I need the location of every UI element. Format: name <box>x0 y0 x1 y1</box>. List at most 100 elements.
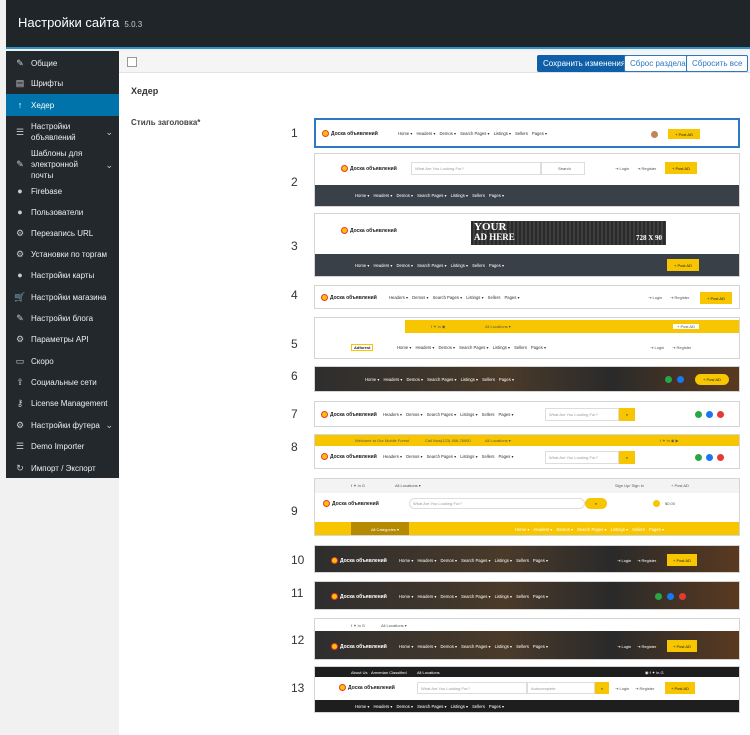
whatsapp-icon <box>695 454 702 461</box>
style-number: 10 <box>291 553 305 567</box>
style-number: 5 <box>291 337 298 351</box>
header-style-9[interactable]: f ✦ in G All Locations ▾ Sign Up/ Sign I… <box>314 478 740 536</box>
whatsapp-icon <box>695 411 702 418</box>
logo: Доска объявлений <box>341 165 397 172</box>
nav-menu: Home ▾ Headers ▾ Demos ▾ Search Pages ▾ List… <box>399 594 549 599</box>
post-ad-button: + Post AD <box>695 374 729 385</box>
facebook-icon <box>706 411 713 418</box>
post-ad-button: + Post AD <box>700 292 732 304</box>
post-ad-button: + Post AD <box>668 129 700 139</box>
header-style-5[interactable]: f ✦ in ◉ All Locations ▾ + Post AD Adfor… <box>314 317 740 359</box>
arrow-up-icon: ↑ <box>17 99 23 110</box>
header-style-11[interactable]: Доска объявлений Home ▾ Headers ▾ Demos ▾ S… <box>314 581 740 610</box>
grid-icon[interactable] <box>127 57 137 67</box>
pencil-icon: ✎ <box>16 159 24 169</box>
header-style-8[interactable]: Welcome to Our Mobile Forest Call Now(12… <box>314 434 740 469</box>
search-button: ⌕ <box>585 498 607 509</box>
search-button: ⌕ <box>595 682 609 694</box>
sidebar-item-blog-settings[interactable]: ✎ Настройки блога <box>6 308 119 329</box>
sidebar-item-fonts[interactable]: ▤ Шрифты <box>6 73 119 94</box>
refresh-icon: ↻ <box>16 462 24 473</box>
style-number: 3 <box>291 239 298 253</box>
sidebar: ✎ Общие ▤ Шрифты ↑ Хедер ☰ Настройки объявле… <box>6 51 119 478</box>
search-button: ⌕ <box>619 408 635 421</box>
sidebar-item-bidding[interactable]: ⚙ Установки по торгам <box>6 243 119 265</box>
categories-dropdown: All Categories ▾ <box>351 522 409 535</box>
sidebar-item-map-settings[interactable]: ● Настройки карты <box>6 265 119 286</box>
style-number: 6 <box>291 369 298 383</box>
cogs-icon: ⚙ <box>15 334 25 344</box>
sidebar-item-firebase[interactable]: ● Firebase <box>6 181 119 201</box>
header-style-6[interactable]: Home ▾ Headers ▾ Demos ▾ Search Pages ▾ List… <box>314 366 740 392</box>
search-input: What Are You Looking For? <box>545 408 619 421</box>
style-number: 11 <box>291 586 304 600</box>
post-ad-button: + Post AD <box>667 640 697 652</box>
sidebar-item-social[interactable]: ⇪ Социальные сети <box>6 372 119 393</box>
sidebar-item-license[interactable]: ⚷ License Management <box>6 393 119 414</box>
register-link: ⇥ Register <box>672 345 692 350</box>
top-bar: f ✦ in G All Locations ▾ Sign Up/ Sign I… <box>315 479 739 493</box>
social-links: f ✦ in G <box>351 623 366 628</box>
field-label: Стиль заголовка* <box>131 118 201 127</box>
register-link: ⇥ Register <box>635 686 655 691</box>
post-ad-button: + Post AD <box>667 259 699 271</box>
sidebar-item-demo-importer[interactable]: ☰ Demo Importer <box>6 436 119 457</box>
welcome-text: Welcome to Our Mobile Forest <box>355 438 410 443</box>
header-style-10[interactable]: Доска объявлений Home ▾ Headers ▾ Demos ▾ S… <box>314 545 740 573</box>
login-link: ⇥ Login <box>650 345 665 350</box>
header-style-7[interactable]: Доска объявлений Headers ▾ Demos ▾ Search … <box>314 401 740 427</box>
social-links: f ✦ in ◉ ▶ <box>660 438 679 443</box>
sidebar-item-email-templates[interactable]: ✎ Шаблоны для электронной почты ⌄ <box>6 148 119 181</box>
sidebar-item-header[interactable]: ↑ Хедер <box>6 94 119 116</box>
post-ad-button: + Post AD <box>665 162 697 174</box>
style-number: 1 <box>291 126 298 140</box>
sidebar-item-general[interactable]: ✎ Общие <box>6 53 119 73</box>
search-input: What Are You Looking For? <box>409 498 585 509</box>
facebook-icon <box>706 454 713 461</box>
save-changes-button[interactable]: Сохранить изменения <box>537 55 632 72</box>
sidebar-item-soon[interactable]: ▭ Скоро <box>6 350 119 372</box>
logo: Доска объявлений <box>341 227 397 234</box>
share-icon: ⇪ <box>16 377 24 387</box>
ad-banner: YOUR AD HERE 728 X 90 <box>471 221 666 245</box>
locations-link: All Locations <box>417 670 440 675</box>
reset-all-button[interactable]: Сбросить все <box>686 55 749 72</box>
register-link: ⇥ Register <box>637 166 657 171</box>
header-style-3[interactable]: Доска объявлений YOUR AD HERE 728 X 90 H… <box>314 213 740 277</box>
header-style-12[interactable]: f ✦ in G All Locations ▾ Доска объявлени… <box>314 618 740 660</box>
chevron-down-icon: ⌄ <box>105 420 113 430</box>
wrench-icon: ✎ <box>16 57 24 68</box>
login-link: ⇥ Login <box>617 644 632 649</box>
sidebar-item-users[interactable]: ● Пользователи <box>6 201 119 223</box>
nav-bar: Home ▾ Headers ▾ Demos ▾ Search Pages ▾ List… <box>315 185 739 206</box>
reset-section-button[interactable]: Сброс раздела <box>624 55 692 72</box>
location-input: Autocomplete <box>527 682 595 694</box>
main-panel: Сохранить изменения Сброс раздела Сброси… <box>119 51 750 735</box>
sidebar-item-ads-settings[interactable]: ☰ Настройки объявлений ⌄ <box>6 116 119 148</box>
key-icon: ⚷ <box>16 398 24 408</box>
youtube-icon <box>679 593 686 600</box>
sidebar-item-import-export[interactable]: ↻ Импорт / Экспорт <box>6 457 119 479</box>
search-input: What Are You Looking For? <box>417 682 527 694</box>
post-ad-button: + Post AD <box>665 682 695 694</box>
about-link: About Us <box>351 670 368 675</box>
post-ad-button: + Post AD <box>667 554 697 566</box>
social-links: ◉ f ✦ in G <box>645 670 664 675</box>
header-style-13[interactable]: About Us Armenian Classified All Locatio… <box>314 666 740 713</box>
cart-icon: 🛒 <box>14 291 26 302</box>
header-style-2[interactable]: Доска объявлений What Are You Looking Fo… <box>314 153 740 207</box>
list-icon: ☰ <box>15 441 25 451</box>
chevron-down-icon: ⌄ <box>105 159 113 170</box>
sidebar-item-api[interactable]: ⚙ Параметры API <box>6 329 119 350</box>
header-style-4[interactable]: Доска объявлений Headers ▾ Demos ▾ Search … <box>314 285 740 309</box>
sidebar-item-footer-settings[interactable]: ⚙ Настройки футера ⌄ <box>6 414 119 436</box>
phone-text: Call Now(123) 456-78900 <box>425 438 471 443</box>
post-ad-link: + Post AD <box>671 483 689 488</box>
sidebar-item-url-rewrite[interactable]: ⚙ Перезапись URL <box>6 223 119 243</box>
price-label: $0.00 <box>665 501 676 506</box>
header-style-1[interactable]: Доска объявлений Home ▾ Headers ▾ Demos ▾ S… <box>314 118 740 148</box>
sidebar-item-shop-settings[interactable]: 🛒 Настройки магазина <box>6 286 119 308</box>
search-input: What Are You Looking For? <box>411 162 541 175</box>
toolbar: Сохранить изменения Сброс раздела Сброси… <box>119 51 750 73</box>
logo: Доска объявлений <box>321 411 377 418</box>
